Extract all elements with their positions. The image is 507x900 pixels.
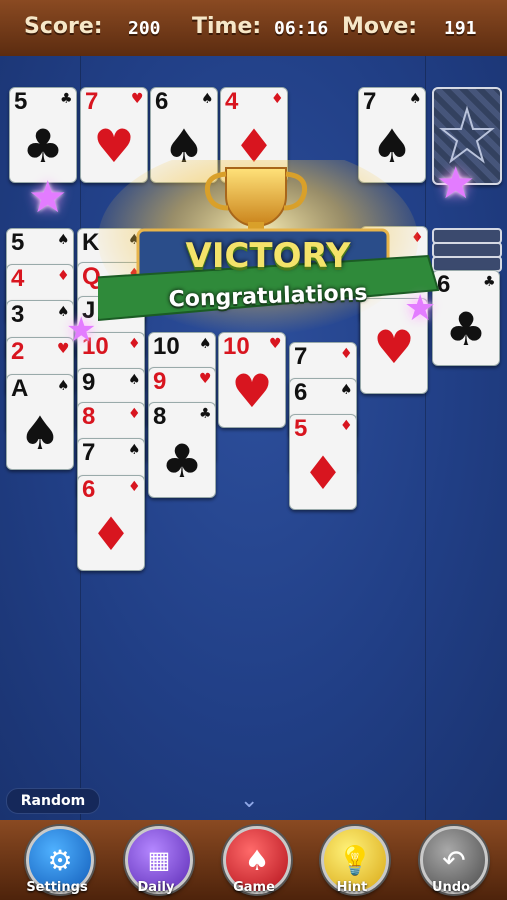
undo-label: Undo <box>431 880 471 895</box>
card-rank: 5 <box>294 415 308 442</box>
card-rank: 6 <box>82 476 96 503</box>
game-label: Game <box>233 880 275 895</box>
undo-icon: ↶ <box>442 843 466 877</box>
star-icon: ★ <box>436 158 476 209</box>
calendar-icon: ▦ <box>147 846 171 874</box>
time-label: Time: <box>192 14 262 39</box>
chevron-down-icon[interactable]: ⌄ <box>240 788 258 813</box>
card-suit-small: ♠ <box>128 372 141 388</box>
mode-badge[interactable]: Random <box>6 788 100 814</box>
card-suit-small: ♦ <box>57 268 70 284</box>
settings-label: Settings <box>26 880 88 895</box>
star-icon: ★ <box>28 172 68 223</box>
top-hud: Score: 200 Time: 06:16 Move: 191 <box>0 0 507 56</box>
diamond-icon: ♦ <box>302 446 344 500</box>
card-rank: 8 <box>153 403 167 430</box>
move-value: 191 <box>444 18 477 39</box>
victory-title: VICTORY <box>185 236 351 276</box>
gear-icon: ⚙ <box>47 843 73 877</box>
tableau-card[interactable]: 6 ♦ ♦ <box>77 475 145 571</box>
lightbulb-icon: 💡 <box>337 843 373 877</box>
card-suit-small: ♥ <box>199 371 212 387</box>
foundation-clubs[interactable]: 5 ♣ ♣ <box>9 87 77 183</box>
card-rank: 6 <box>155 88 169 115</box>
card-suit-small: ♥ <box>131 91 144 107</box>
club-icon: ♣ <box>22 119 64 173</box>
card-suit-small: ♠ <box>57 378 70 394</box>
card-suit-small: ♣ <box>60 91 73 107</box>
card-rank: 9 <box>82 369 96 396</box>
card-rank: 2 <box>11 338 25 365</box>
card-suit-small: ♠ <box>409 91 422 107</box>
tableau-card[interactable]: A ♠ ♠ <box>6 374 74 470</box>
victory-overlay: VICTORY Congratulations <box>86 145 448 370</box>
card-rank: 7 <box>363 88 377 115</box>
card-rank: 3 <box>11 301 25 328</box>
time-value: 06:16 <box>274 18 329 39</box>
card-rank: 5 <box>14 88 28 115</box>
card-rank: 4 <box>11 265 25 292</box>
card-suit-small: ♣ <box>199 406 212 422</box>
diamond-icon: ♦ <box>90 507 132 561</box>
card-suit-small: ♠ <box>128 442 141 458</box>
hint-label: Hint <box>336 880 368 895</box>
card-rank: 6 <box>294 379 308 406</box>
move-label: Move: <box>342 14 418 39</box>
card-rank: 5 <box>11 229 25 256</box>
tableau-card[interactable]: 8 ♣ ♣ <box>148 402 216 498</box>
card-suit-small: ♦ <box>128 406 141 422</box>
card-rank: 9 <box>153 368 167 395</box>
card-suit-small: ♠ <box>340 382 353 398</box>
card-rank: 7 <box>82 439 96 466</box>
club-icon: ♣ <box>161 434 203 488</box>
card-rank: 8 <box>82 403 96 430</box>
spade-icon: ♠ <box>244 843 270 877</box>
card-suit-small: ♦ <box>128 479 141 495</box>
card-suit-small: ♠ <box>57 232 70 248</box>
card-rank: 4 <box>225 88 239 115</box>
star-icon: ★ <box>404 288 437 329</box>
card-suit-small: ♣ <box>483 274 496 290</box>
spade-icon: ♠ <box>19 406 61 460</box>
tableau-card[interactable]: 5 ♦ ♦ <box>289 414 357 510</box>
heart-icon: ♥ <box>231 364 273 418</box>
card-rank: A <box>11 375 29 402</box>
score-value: 200 <box>128 18 161 39</box>
card-suit-small: ♦ <box>340 418 353 434</box>
daily-label: Daily <box>137 880 175 895</box>
star-icon: ★ <box>66 310 97 350</box>
card-suit-small: ♦ <box>271 91 284 107</box>
card-suit-small: ♠ <box>201 91 214 107</box>
card-rank: 7 <box>85 88 99 115</box>
card-rank: K <box>82 229 100 256</box>
score-label: Score: <box>24 14 103 39</box>
